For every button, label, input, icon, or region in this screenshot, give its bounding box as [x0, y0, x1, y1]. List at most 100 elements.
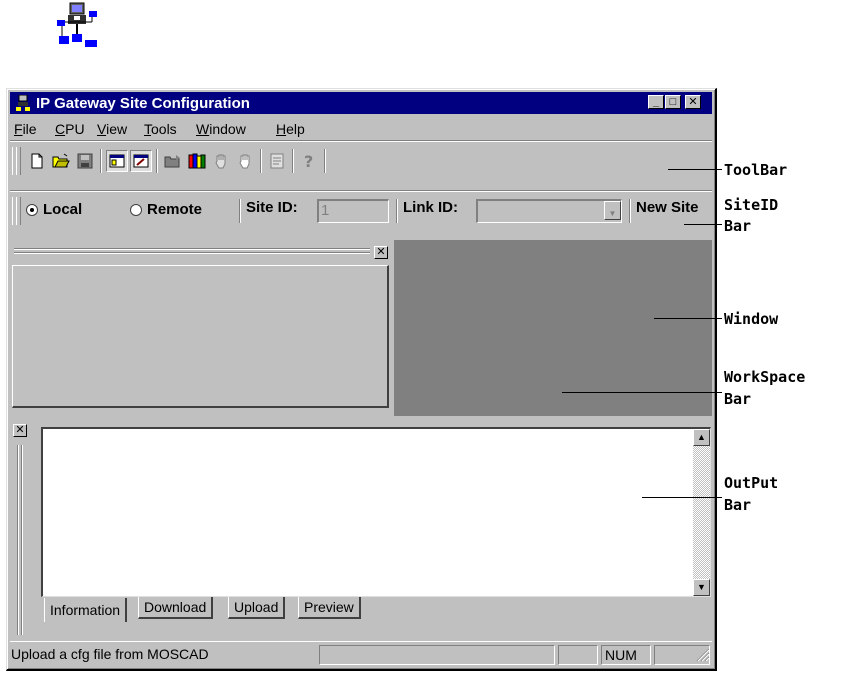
callout-line-siteid — [684, 224, 722, 225]
close-icon: ✕ — [688, 96, 698, 108]
callout-output-1: OutPut — [724, 474, 779, 492]
hand-button[interactable] — [210, 150, 232, 172]
output-close-button[interactable]: ✕ — [13, 424, 27, 437]
remote-radio[interactable] — [130, 204, 142, 216]
folder-arrow-icon — [164, 155, 180, 168]
app-window: IP Gateway Site Configuration _ □ ✕ File… — [6, 88, 717, 671]
scroll-down-button[interactable]: ▼ — [693, 579, 710, 596]
network-app-icon — [56, 2, 100, 48]
callout-toolbar: ToolBar — [724, 161, 788, 179]
site-id-field[interactable]: 1 — [317, 199, 389, 223]
workspace-gripper[interactable] — [14, 248, 370, 250]
local-label[interactable]: Local — [43, 201, 82, 218]
siteid-bar-gripper[interactable] — [16, 197, 21, 225]
output-icon — [133, 154, 149, 168]
siteid-bar: Local Remote Site ID: 1 Link ID: ▼ New S… — [10, 190, 712, 229]
save-button[interactable] — [74, 150, 96, 172]
arrow-down-icon: ▼ — [697, 582, 706, 592]
output-gripper[interactable] — [21, 445, 23, 635]
siteid-bar-separator — [629, 199, 631, 223]
menu-file[interactable]: File — [14, 121, 37, 137]
menu-tools[interactable]: Tools — [144, 121, 177, 137]
callout-workspace-1: WorkSpace — [724, 368, 806, 386]
help-icon: ? — [304, 153, 313, 169]
workspace-close-button[interactable]: ✕ — [374, 246, 388, 259]
menu-cpu[interactable]: CPU — [55, 121, 85, 137]
tab-preview[interactable]: Preview — [298, 597, 361, 619]
callout-siteid-1: SiteID — [724, 196, 779, 214]
new-button[interactable] — [26, 150, 48, 172]
save-disk-icon — [77, 153, 93, 169]
link-id-dropdown[interactable]: ▼ — [476, 199, 622, 223]
output-gripper[interactable] — [17, 445, 19, 635]
books-button[interactable] — [186, 150, 208, 172]
callout-line-output — [642, 497, 722, 498]
tab-download[interactable]: Download — [138, 597, 214, 619]
hand-outline-button[interactable] — [234, 150, 256, 172]
workspace-content[interactable] — [12, 265, 389, 408]
callout-line-toolbar — [668, 169, 722, 170]
chevron-down-icon: ▼ — [608, 209, 617, 218]
callout-siteid-2: Bar — [724, 217, 752, 235]
output-toggle-button[interactable] — [130, 150, 152, 172]
toolbar-separator — [292, 149, 294, 173]
workspace-gripper[interactable] — [14, 252, 370, 254]
mdi-window-area[interactable] — [394, 240, 712, 416]
callout-line-workspace — [562, 392, 722, 393]
close-button[interactable]: ✕ — [685, 95, 701, 109]
site-id-label: Site ID: — [246, 199, 298, 216]
output-text-area[interactable]: ▲ ▼ — [41, 427, 711, 597]
menu-view[interactable]: View — [97, 121, 127, 137]
window-title: IP Gateway Site Configuration — [36, 95, 250, 112]
menu-bar: File CPU View Tools Window Help — [10, 116, 712, 138]
remote-label[interactable]: Remote — [147, 201, 202, 218]
maximize-button[interactable]: □ — [665, 95, 681, 109]
toolbar-separator — [100, 149, 102, 173]
output-bar: ✕ ▲ ▼ Information Download Upload Previe… — [10, 417, 712, 637]
open-folder-icon — [52, 153, 70, 168]
title-bar[interactable]: IP Gateway Site Configuration _ □ ✕ — [10, 92, 712, 114]
status-pane — [558, 645, 598, 665]
hand-icon — [215, 154, 226, 169]
books-icon — [188, 153, 206, 169]
callout-output-2: Bar — [724, 496, 752, 514]
siteid-bar-separator — [239, 199, 241, 223]
toolbar-gripper[interactable] — [16, 147, 21, 175]
resize-grip-icon[interactable] — [696, 648, 710, 662]
open-button[interactable] — [50, 150, 72, 172]
new-site-button[interactable]: New Site — [636, 199, 699, 216]
link-id-dropdown-button[interactable]: ▼ — [604, 201, 621, 220]
menu-help[interactable]: Help — [276, 121, 305, 137]
tab-information[interactable]: Information — [44, 598, 128, 622]
app-title-icon[interactable] — [16, 94, 30, 114]
scroll-up-button[interactable]: ▲ — [693, 429, 710, 446]
callout-window: Window — [724, 310, 779, 328]
help-button[interactable]: ? — [298, 150, 320, 172]
tab-upload[interactable]: Upload — [228, 597, 286, 619]
properties-icon — [270, 153, 284, 169]
arrow-up-icon: ▲ — [697, 432, 706, 442]
close-icon: ✕ — [376, 246, 386, 258]
callout-line-window — [654, 318, 722, 319]
menu-window[interactable]: Window — [196, 121, 246, 137]
properties-button[interactable] — [266, 150, 288, 172]
siteid-bar-separator — [396, 199, 398, 223]
status-message: Upload a cfg file from MOSCAD — [11, 646, 209, 662]
close-icon: ✕ — [15, 424, 25, 436]
maximize-icon: □ — [669, 96, 677, 108]
status-bar: Upload a cfg file from MOSCAD NUM — [10, 641, 712, 666]
folder-arrow-button[interactable] — [162, 150, 184, 172]
output-scrollbar[interactable]: ▲ ▼ — [693, 429, 710, 596]
toolbar-separator — [156, 149, 158, 173]
toolbar-separator — [260, 149, 262, 173]
toolbar: ? — [10, 140, 712, 179]
local-radio[interactable] — [26, 204, 38, 216]
num-lock-label: NUM — [605, 647, 637, 663]
workspace-icon — [109, 154, 125, 168]
minimize-button[interactable]: _ — [648, 95, 664, 109]
workspace-toggle-button[interactable] — [106, 150, 128, 172]
status-num-indicator: NUM — [601, 645, 651, 665]
link-id-label: Link ID: — [403, 199, 458, 216]
toolbar-separator — [324, 149, 326, 173]
callout-workspace-2: Bar — [724, 390, 752, 408]
